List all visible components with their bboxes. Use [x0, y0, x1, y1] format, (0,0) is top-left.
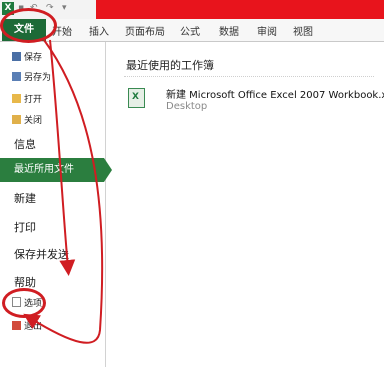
save-as-icon: [12, 72, 21, 81]
file-path: Desktop: [166, 101, 208, 112]
highlight-circle-options: [2, 288, 46, 318]
info-item[interactable]: 信息: [14, 136, 36, 152]
folder-open-icon: [12, 94, 21, 103]
excel-file-icon: [128, 88, 145, 108]
highlight-circle-file: [0, 8, 57, 43]
close-command[interactable]: 关闭: [12, 113, 42, 126]
print-item[interactable]: 打印: [14, 219, 36, 235]
tab-view[interactable]: 视图: [293, 23, 313, 38]
folder-close-icon: [12, 115, 21, 124]
recent-heading: 最近使用的工作簿: [126, 59, 214, 72]
tab-formulas[interactable]: 公式: [180, 23, 200, 38]
save-as-label: 另存为: [24, 73, 52, 83]
new-item[interactable]: 新建: [14, 190, 36, 206]
open-command[interactable]: 打开: [12, 92, 42, 105]
save-icon: [12, 52, 21, 61]
recent-file-item[interactable]: 新建 Microsoft Office Excel 2007 Workbook.…: [128, 86, 384, 116]
tab-page-layout[interactable]: 页面布局: [125, 23, 165, 38]
save-as-command[interactable]: 另存为: [12, 70, 51, 83]
open-label: 打开: [24, 95, 43, 105]
ribbon-tabs: 开始 插入 页面布局 公式 数据 审阅 视图: [0, 19, 384, 42]
tab-data[interactable]: 数据: [219, 23, 239, 38]
tab-insert[interactable]: 插入: [89, 23, 109, 38]
tab-review[interactable]: 审阅: [257, 23, 277, 38]
divider: [124, 76, 374, 77]
customize-qat-icon[interactable]: ▾: [62, 3, 67, 13]
recent-files-item[interactable]: 最近所用文件: [0, 158, 112, 182]
exit-command[interactable]: 退出: [12, 319, 42, 332]
exit-icon: [12, 321, 21, 330]
recent-panel: 最近使用的工作簿 新建 Microsoft Office Excel 2007 …: [106, 42, 384, 367]
save-label: 保存: [24, 53, 43, 63]
save-send-item[interactable]: 保存并发送: [14, 246, 69, 262]
exit-label: 退出: [24, 322, 43, 332]
save-command[interactable]: 保存: [12, 50, 42, 63]
title-bar: [96, 0, 384, 19]
close-label: 关闭: [24, 116, 43, 126]
file-name: 新建 Microsoft Office Excel 2007 Workbook.…: [166, 90, 384, 101]
